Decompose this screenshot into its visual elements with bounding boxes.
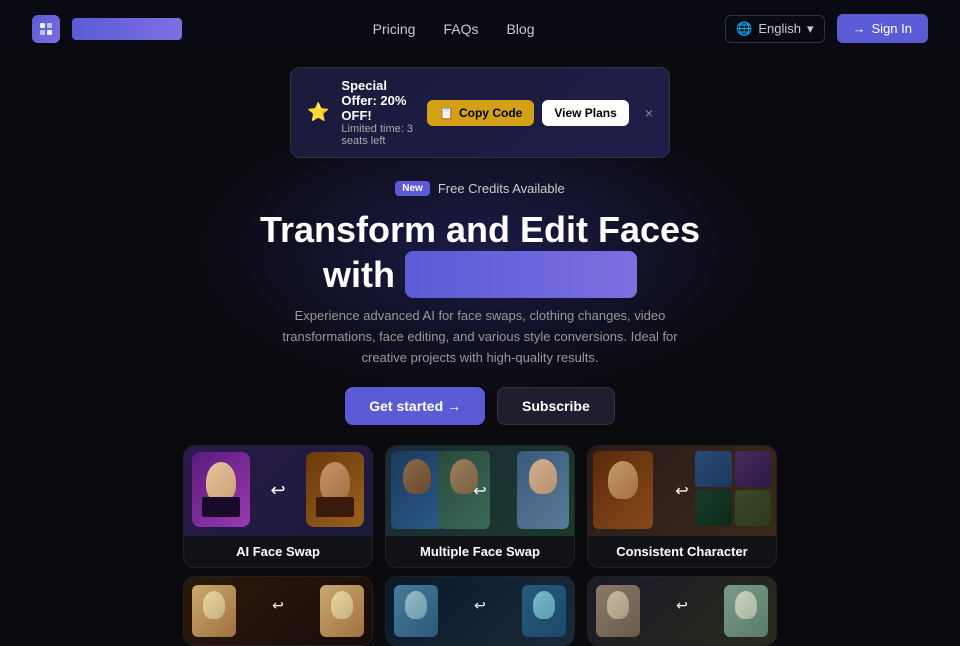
language-selector[interactable]: 🌐 English ▾ [725,15,824,43]
banner-actions: 📋 Copy Code View Plans [427,100,629,126]
bottom-face-3 [394,585,438,637]
bottom-face-4 [522,585,566,637]
new-badge: New Free Credits Available [395,181,565,196]
hero-title-highlight [405,251,637,298]
card-multiple-face-swap-label: Multiple Face Swap [386,536,574,567]
promo-banner: ⭐ Special Offer: 20% OFF! Limited time: … [290,67,670,158]
card-ai-face-swap-image: ↩ [184,446,372,536]
copy-icon: 📋 [439,106,454,120]
face-multi-left-1 [391,451,443,529]
card-bottom-1[interactable]: ↩ [183,576,373,646]
logo-text [72,18,182,40]
sign-in-button[interactable]: → Sign In [837,14,928,43]
subscribe-label: Subscribe [522,398,590,414]
bottom-arrow-1: ↩ [272,597,284,614]
multi-swap-arrow-icon: ↩ [473,481,486,501]
feature-cards-row: ↩ AI Face Swap ↩ [0,445,960,568]
copy-code-label: Copy Code [459,106,522,120]
card-bottom-3[interactable]: ↩ [587,576,777,646]
navbar-right: 🌐 English ▾ → Sign In [725,14,928,43]
navbar-left [32,15,182,43]
nav-blog[interactable]: Blog [506,21,534,37]
logo-icon [32,15,60,43]
get-started-button[interactable]: Get started → [345,387,485,425]
banner-subtitle: Limited time: 3 seats left [341,123,415,147]
card-consistent-character-image: ↩ [588,446,776,536]
card-bottom-1-image: ↩ [184,577,372,645]
bottom-face-6 [724,585,768,637]
face-swap-mockup: ↩ [184,446,372,536]
face-multi-right-1 [517,451,569,529]
hero-actions: Get started → Subscribe [20,387,940,425]
new-tag: New [395,181,430,196]
view-plans-label: View Plans [554,106,616,120]
card-bottom-2-image: ↩ [386,577,574,645]
nav-pricing[interactable]: Pricing [373,21,416,37]
face-right-1 [306,452,364,527]
navbar: Pricing FAQs Blog 🌐 English ▾ → Sign In [0,0,960,57]
view-plans-button[interactable]: View Plans [542,100,628,126]
card-multiple-face-swap-image: ↩ [386,446,574,536]
chevron-down-icon: ▾ [807,21,814,37]
banner-title: Special Offer: 20% OFF! [341,78,415,123]
globe-icon: 🌐 [736,21,752,37]
sign-in-icon: → [853,21,866,36]
hero-title-with: with [323,254,395,295]
bottom-face-1 [192,585,236,637]
free-credits-text: Free Credits Available [438,181,565,196]
get-started-label: Get started → [369,398,461,414]
banner-text: Special Offer: 20% OFF! Limited time: 3 … [341,78,415,147]
hero-title: Transform and Edit Faces with [20,208,940,298]
swap-arrow-icon: ↩ [270,480,285,501]
card-bottom-2[interactable]: ↩ [385,576,575,646]
feature-cards-row-bottom: ↩ ↩ ↩ [0,576,960,646]
hero-section: New Free Credits Available Transform and… [0,168,960,441]
nav-faqs[interactable]: FAQs [443,21,478,37]
hero-subtitle: Experience advanced AI for face swaps, c… [280,306,680,368]
consistent-char-mockup: ↩ [588,446,776,536]
multiple-face-mockup: ↩ [386,446,574,536]
copy-code-button[interactable]: 📋 Copy Code [427,100,534,126]
card-ai-face-swap-label: AI Face Swap [184,536,372,567]
lang-label: English [758,21,801,36]
navbar-center: Pricing FAQs Blog [373,21,535,37]
close-icon[interactable]: × [645,105,653,121]
bottom-arrow-3: ↩ [676,597,688,614]
hero-title-line1: Transform and Edit Faces [260,209,700,250]
card-multiple-face-swap[interactable]: ↩ Multiple Face Swap [385,445,575,568]
char-face-left [593,451,653,529]
card-consistent-character-label: Consistent Character [588,536,776,567]
banner-star-icon: ⭐ [307,102,329,123]
subscribe-button[interactable]: Subscribe [497,387,615,425]
sign-in-label: Sign In [872,21,912,36]
card-bottom-3-image: ↩ [588,577,776,645]
face-left-1 [192,452,250,527]
consistent-arrow-icon: ↩ [675,481,688,501]
card-consistent-character[interactable]: ↩ Consistent Character [587,445,777,568]
bottom-face-5 [596,585,640,637]
bottom-arrow-2: ↩ [474,597,486,614]
bottom-face-2 [320,585,364,637]
char-grid [695,451,771,526]
card-ai-face-swap[interactable]: ↩ AI Face Swap [183,445,373,568]
